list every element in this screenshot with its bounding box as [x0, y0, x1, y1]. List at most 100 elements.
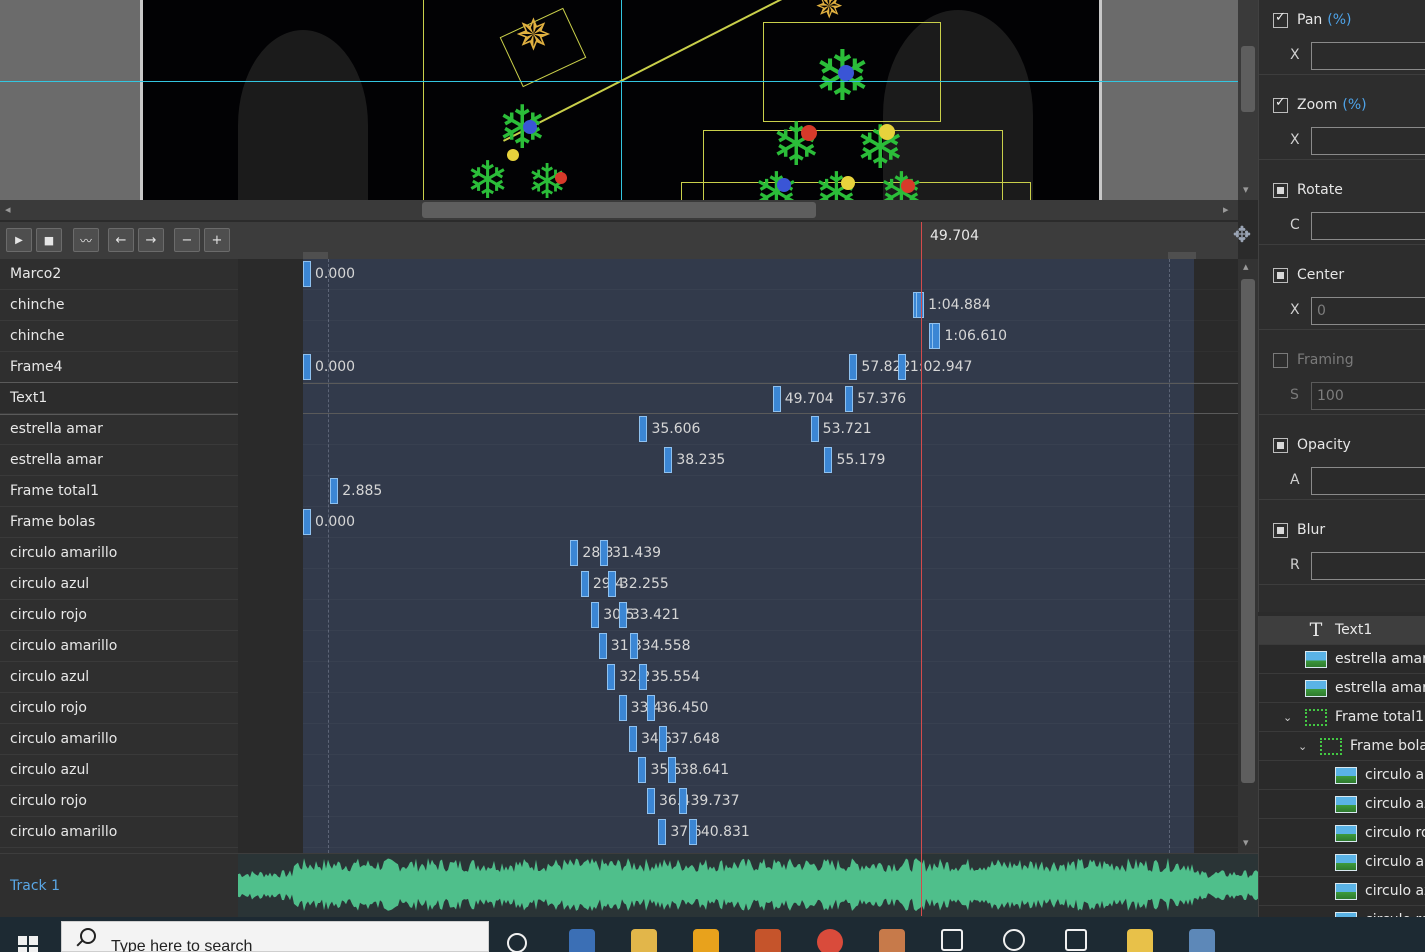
track-label[interactable]: chinche	[0, 290, 238, 321]
next-keyframe-button[interactable]: →	[138, 228, 164, 252]
layer-item[interactable]: circulo ar	[1259, 848, 1425, 877]
track-label[interactable]: Text1	[0, 382, 238, 415]
layer-item[interactable]: circulo ar	[1259, 761, 1425, 790]
playhead[interactable]	[921, 222, 922, 916]
track-label[interactable]: circulo amarillo	[0, 817, 238, 848]
track-label[interactable]: circulo azul	[0, 755, 238, 786]
track-label[interactable]: circulo azul	[0, 662, 238, 693]
checkbox-checked-icon[interactable]	[1273, 95, 1288, 113]
windows-start-icon[interactable]	[18, 936, 38, 952]
track-row[interactable]: 35.606 53.721	[303, 414, 1238, 445]
play-button[interactable]: ▶	[6, 228, 32, 252]
property-header[interactable]: Center	[1273, 267, 1349, 283]
cortana-icon[interactable]	[507, 933, 527, 952]
layer-item[interactable]: circulo az	[1259, 877, 1425, 906]
preview-horizontal-scrollbar[interactable]: ◂ ▸	[0, 200, 1238, 220]
store-icon[interactable]	[569, 929, 595, 952]
keyframe-marker[interactable]	[303, 261, 311, 287]
keyframe-marker[interactable]	[647, 695, 656, 721]
keyframe-marker[interactable]	[932, 323, 941, 349]
property-header[interactable]: Rotate	[1273, 182, 1348, 198]
track-row[interactable]: 31.3 34.558	[303, 631, 1238, 662]
track-label[interactable]: estrella amar	[0, 445, 238, 476]
property-input[interactable]: 100	[1311, 382, 1425, 410]
chevron-down-icon[interactable]: ⌄	[1283, 703, 1292, 732]
folder-icon[interactable]	[1127, 929, 1153, 952]
track-row[interactable]: 37.6 40.831	[303, 817, 1238, 848]
keyframe-marker[interactable]	[330, 478, 339, 504]
track-label[interactable]: estrella amar	[0, 414, 238, 445]
track-row[interactable]: 1:04.884	[303, 290, 1238, 321]
keyframe-marker[interactable]	[845, 386, 854, 412]
track-label[interactable]: circulo amarillo	[0, 631, 238, 662]
layer-item[interactable]: T Text1	[1259, 616, 1425, 645]
paint-icon[interactable]	[879, 929, 905, 952]
keyframe-marker[interactable]	[772, 386, 781, 412]
region-end-marker[interactable]	[1168, 252, 1196, 259]
track-label[interactable]: circulo amarillo	[0, 724, 238, 755]
chrome-icon[interactable]	[817, 929, 843, 952]
checkbox-partial-icon[interactable]	[1273, 267, 1288, 283]
property-header[interactable]: Framing	[1273, 352, 1359, 368]
audio-waveform[interactable]	[238, 853, 1258, 917]
track-row[interactable]: 38.235 55.179	[303, 445, 1238, 476]
preview-area[interactable]: ✵✵ ❄ ❄ ❄ ❄ ❄ ❄ ❄ ❄ ❄	[0, 0, 1238, 200]
keyframe-marker[interactable]	[570, 540, 579, 566]
checkbox-partial-icon[interactable]	[1273, 522, 1288, 538]
scroll-left-icon[interactable]: ◂	[5, 204, 11, 216]
track-row[interactable]: 30.533.421	[303, 600, 1238, 631]
track-label[interactable]: circulo rojo	[0, 786, 238, 817]
keyframe-marker[interactable]	[664, 447, 673, 473]
calendar-icon[interactable]	[1065, 929, 1087, 951]
layer-item[interactable]: estrella amar	[1259, 645, 1425, 674]
keyframe-marker[interactable]	[678, 788, 687, 814]
track-label[interactable]: circulo rojo	[0, 693, 238, 724]
layer-item[interactable]: ⌄ Frame total1	[1259, 703, 1425, 732]
file-explorer-icon[interactable]	[631, 929, 657, 952]
keyframe-marker[interactable]	[607, 571, 616, 597]
track-row[interactable]: 34.5 37.648	[303, 724, 1238, 755]
track-row[interactable]: 49.704 57.376	[303, 383, 1238, 414]
track-label[interactable]: Frame bolas	[0, 507, 238, 538]
checkbox-checked-icon[interactable]	[1273, 10, 1288, 28]
keyframe-marker[interactable]	[607, 664, 616, 690]
track-label[interactable]: Marco2	[0, 259, 238, 290]
property-input[interactable]	[1311, 552, 1425, 580]
scroll-down-icon[interactable]: ▾	[1243, 184, 1249, 196]
waveform-button[interactable]: 〰	[73, 228, 99, 252]
preview-canvas[interactable]: ✵✵ ❄ ❄ ❄ ❄ ❄ ❄ ❄ ❄ ❄	[140, 0, 1102, 200]
keyframe-marker[interactable]	[591, 602, 600, 628]
keyframe-marker[interactable]	[810, 416, 819, 442]
previous-keyframe-button[interactable]: ←	[108, 228, 134, 252]
keyframe-marker[interactable]	[303, 509, 311, 535]
keyframe-marker[interactable]	[639, 416, 648, 442]
region-start-marker[interactable]	[303, 252, 328, 259]
layer-item[interactable]: estrella amar	[1259, 674, 1425, 703]
brightness-icon[interactable]	[941, 929, 963, 951]
track-row[interactable]: 29.432.255	[303, 569, 1238, 600]
track-label[interactable]: circulo amarillo	[0, 538, 238, 569]
scroll-thumb[interactable]	[422, 202, 816, 218]
layer-item[interactable]: circulo az	[1259, 790, 1425, 819]
property-header[interactable]: Zoom(%)	[1273, 95, 1367, 113]
keyframe-marker[interactable]	[688, 819, 697, 845]
track-label[interactable]: circulo rojo	[0, 600, 238, 631]
track-row[interactable]: 33.4 36.450	[303, 693, 1238, 724]
taskbar-search-box[interactable]: Type here to search	[61, 921, 489, 952]
property-input[interactable]	[1311, 212, 1425, 240]
track-row[interactable]: 0.000	[303, 507, 1238, 538]
track-label[interactable]: circulo azul	[0, 569, 238, 600]
scroll-thumb[interactable]	[1241, 279, 1255, 783]
preview-vertical-scrollbar[interactable]: ▾	[1238, 0, 1258, 200]
track-row[interactable]: 1:06.610	[303, 321, 1238, 352]
glove-icon[interactable]	[755, 929, 781, 952]
scroll-thumb[interactable]	[1241, 46, 1255, 112]
keyframe-marker[interactable]	[646, 788, 655, 814]
track-label[interactable]: Frame4	[0, 352, 238, 383]
slideshow-app-icon[interactable]	[1189, 929, 1215, 952]
layers-tree[interactable]: T Text1 estrella amar estrella amar ⌄ Frame t…	[1258, 616, 1425, 917]
property-header[interactable]: Pan(%)	[1273, 10, 1352, 28]
track-label[interactable]: chinche	[0, 321, 238, 352]
keyframe-marker[interactable]	[668, 757, 677, 783]
track-row[interactable]: 28.3 31.439	[303, 538, 1238, 569]
